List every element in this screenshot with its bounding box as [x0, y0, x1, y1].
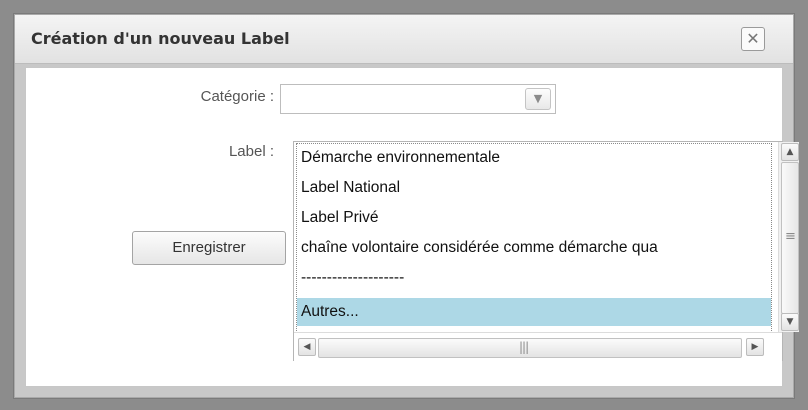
dropdown-option[interactable]: -------------------- [301, 264, 771, 292]
dropdown-option[interactable]: Démarche environnementale [301, 144, 771, 172]
horizontal-scrollbar[interactable]: ◀ ||| ▶ [294, 332, 782, 361]
arrow-up-icon[interactable]: ▲ [781, 143, 799, 161]
grip-icon: ≡ [785, 229, 796, 244]
vertical-scrollbar[interactable]: ▲ ≡ ▼ [778, 142, 799, 332]
dropdown-option[interactable]: Label Privé [301, 204, 771, 232]
chevron-down-icon[interactable]: ▼ [525, 88, 551, 110]
arrow-right-icon[interactable]: ▶ [746, 338, 764, 356]
dialog-title: Création d'un nouveau Label [31, 29, 290, 48]
create-label-dialog: Création d'un nouveau Label ✕ Catégorie … [14, 14, 799, 398]
label-label: Label : [228, 143, 274, 160]
dropdown-option[interactable]: Label National [301, 174, 771, 202]
save-button[interactable]: Enregistrer [132, 231, 286, 265]
arrow-down-icon[interactable]: ▼ [781, 313, 799, 331]
categorie-select[interactable]: ▼ [280, 84, 556, 114]
dropdown-option[interactable]: chaîne volontaire considérée comme démar… [301, 234, 771, 262]
categorie-dropdown-list[interactable]: Démarche environnementale Label National… [293, 141, 799, 361]
dialog-titlebar[interactable]: Création d'un nouveau Label ✕ [15, 15, 793, 64]
close-icon: ✕ [746, 29, 760, 48]
dropdown-option-selected[interactable]: Autres... [297, 298, 771, 326]
grip-icon: ||| [519, 340, 529, 354]
close-button[interactable]: ✕ [741, 27, 765, 51]
arrow-left-icon[interactable]: ◀ [298, 338, 316, 356]
categorie-label: Catégorie : [200, 88, 274, 105]
horizontal-scroll-thumb[interactable]: ||| [318, 338, 742, 358]
vertical-scroll-thumb[interactable]: ≡ [781, 162, 799, 314]
dropdown-options: Démarche environnementale Label National… [296, 143, 772, 333]
